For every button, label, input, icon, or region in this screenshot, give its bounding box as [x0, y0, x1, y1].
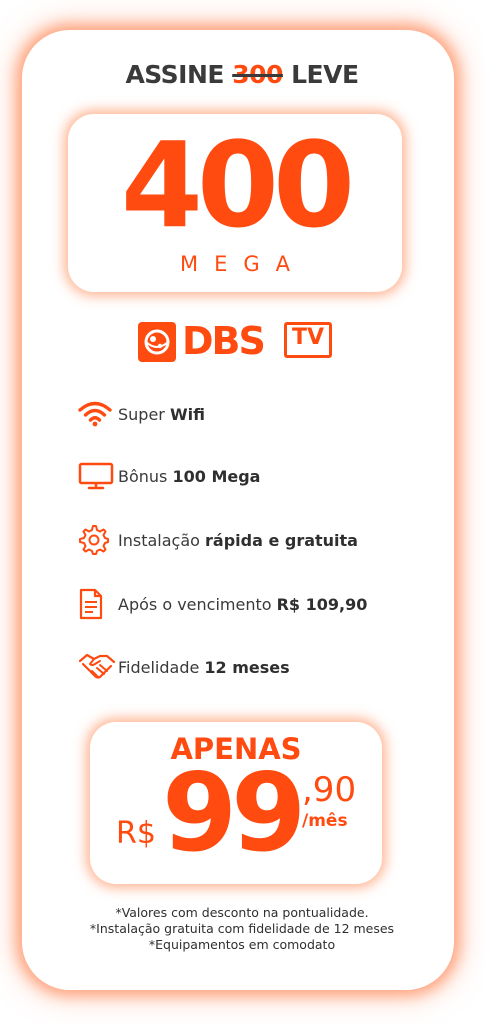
feature-label: Após o vencimento R$ 109,90	[118, 594, 368, 614]
brand-logo-icon	[138, 322, 176, 362]
feature-item: Fidelidade 12 meses	[78, 650, 290, 684]
feature-label: Fidelidade 12 meses	[118, 657, 290, 677]
footnote-line: *Equipamentos em comodato	[148, 937, 336, 952]
brand-name: DBS	[182, 319, 266, 363]
headline: ASSINE 300 LEVE	[0, 60, 484, 89]
monitor-icon	[78, 459, 118, 493]
price-cents: ,90	[302, 770, 357, 810]
footnote-line: *Valores com desconto na pontualidade.	[115, 905, 369, 920]
document-icon	[78, 587, 118, 621]
feature-label: Bônus 100 Mega	[118, 466, 261, 486]
tv-label: TV	[291, 325, 325, 350]
price-box: APENAS R$ 99 ,90 /mês	[90, 722, 382, 884]
speed-number: 400	[120, 116, 355, 254]
feature-item: Após o vencimento R$ 109,90	[78, 587, 367, 621]
price-period: /mês	[302, 811, 348, 831]
price-integer: 99	[162, 751, 306, 876]
headline-prefix: ASSINE	[125, 60, 224, 89]
price-currency: R$	[116, 816, 156, 851]
headline-struck-value: 300	[232, 60, 283, 89]
wifi-icon	[78, 397, 118, 431]
speed-unit: MEGA	[179, 252, 307, 276]
handshake-icon	[78, 650, 118, 684]
feature-label: Instalação rápida e gratuita	[118, 530, 358, 550]
footnote-line: *Instalação gratuita com fidelidade de 1…	[89, 921, 395, 936]
feature-item: Instalação rápida e gratuita	[78, 523, 358, 557]
footnotes: *Valores com desconto na pontualidade. *…	[0, 905, 484, 953]
feature-item: Super Wifi	[78, 397, 205, 431]
feature-item: Bônus 100 Mega	[78, 459, 260, 493]
tv-logo: TV	[284, 322, 332, 360]
brand-logo: DBS TV	[138, 318, 338, 368]
feature-label: Super Wifi	[118, 404, 205, 424]
speed-box: 400 MEGA	[68, 114, 402, 292]
headline-suffix: LEVE	[291, 60, 359, 89]
gear-icon	[78, 523, 118, 557]
